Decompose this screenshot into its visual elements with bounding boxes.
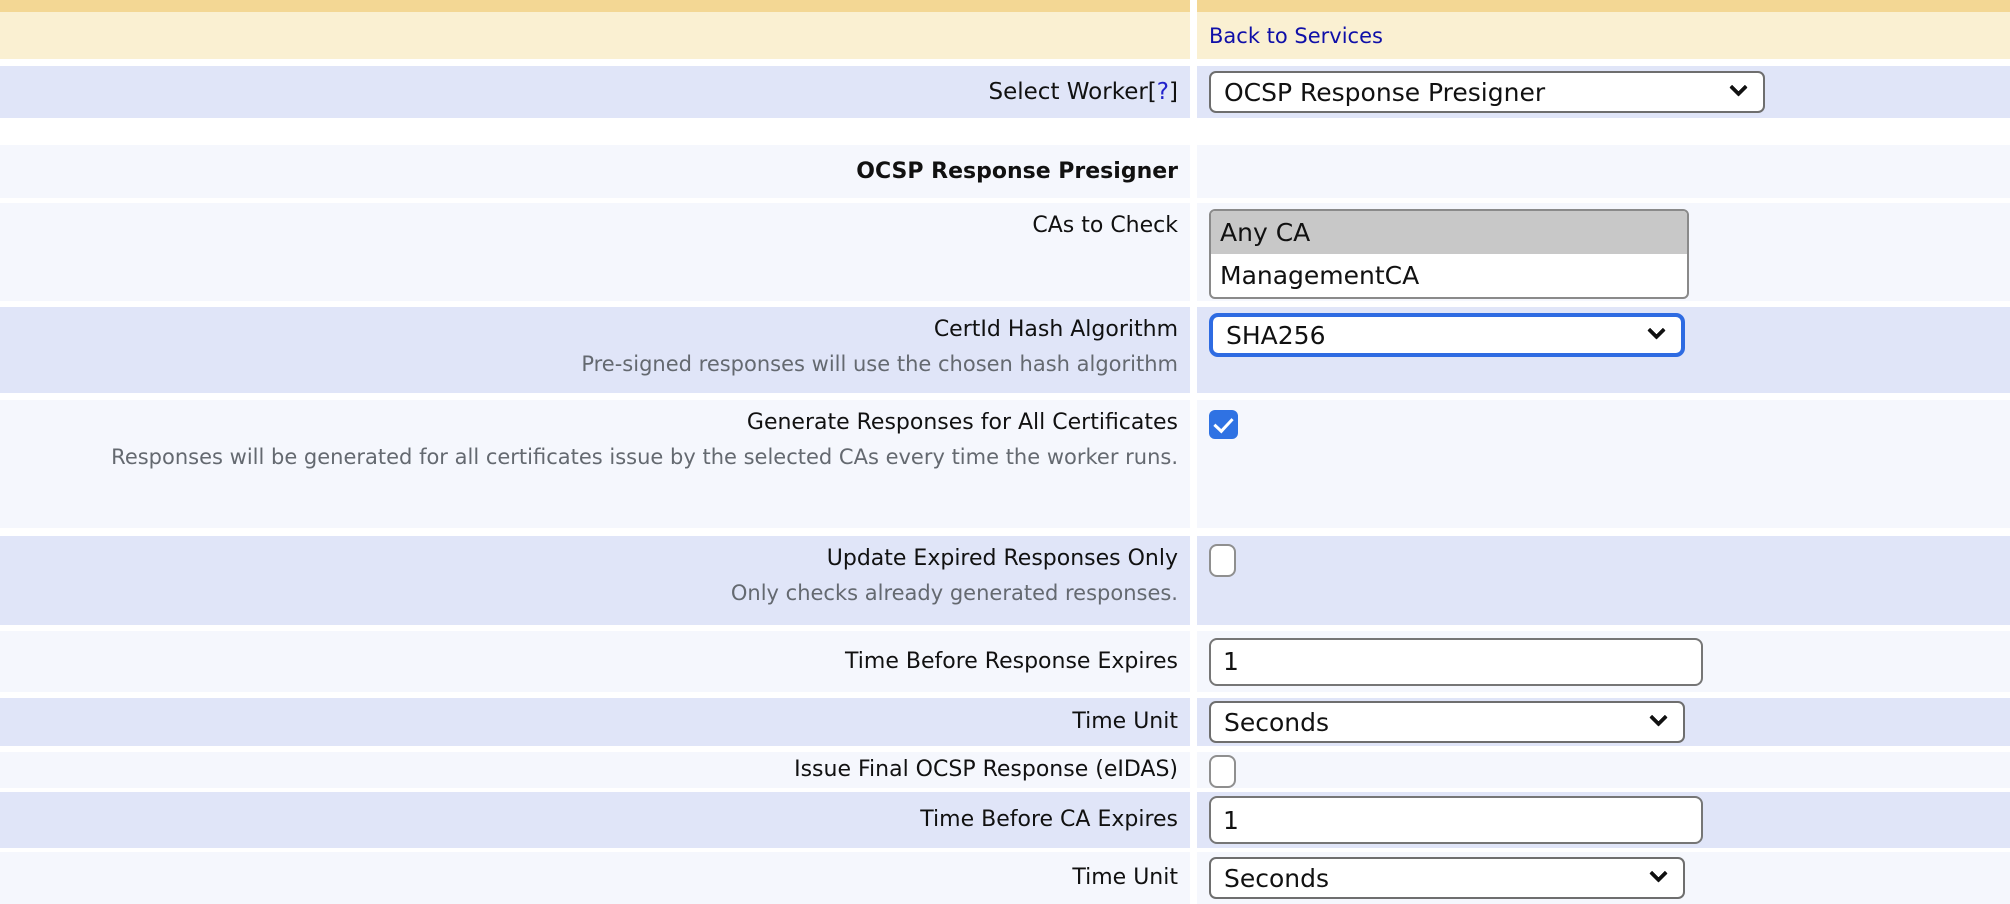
certid-hash-row: CertId Hash Algorithm Pre-signed respons…	[0, 307, 2010, 393]
time-unit-ca-select[interactable]: Seconds	[1209, 857, 1685, 899]
header-row: Back to Services	[0, 12, 2010, 59]
worker-select-value: OCSP Response Presigner	[1224, 78, 1545, 107]
time-unit-response-label: Time Unit	[1072, 705, 1178, 739]
update-expired-help: Only checks already generated responses.	[731, 576, 1178, 611]
section-title-row: OCSP Response Presigner	[0, 145, 2010, 198]
chevron-down-icon	[1647, 321, 1665, 339]
select-worker-row: Select Worker[?] OCSP Response Presigner	[0, 66, 2010, 118]
time-before-response-label: Time Before Response Expires	[845, 645, 1178, 679]
time-before-response-input[interactable]	[1209, 638, 1703, 686]
select-worker-label: Select Worker[?]	[989, 75, 1178, 109]
generate-all-help: Responses will be generated for all cert…	[111, 440, 1178, 475]
update-expired-label: Update Expired Responses Only	[827, 542, 1178, 576]
cas-to-check-listbox[interactable]: Any CA ManagementCA	[1209, 209, 1689, 299]
cas-to-check-row: CAs to Check Any CA ManagementCA	[0, 203, 2010, 301]
back-to-services-link[interactable]: Back to Services	[1209, 24, 1383, 48]
generate-all-row: Generate Responses for All Certificates …	[0, 400, 2010, 528]
certid-hash-help: Pre-signed responses will use the chosen…	[581, 347, 1178, 382]
time-unit-response-select[interactable]: Seconds	[1209, 701, 1685, 743]
top-strip-right	[1197, 0, 2010, 12]
time-before-ca-input[interactable]	[1209, 796, 1703, 844]
ca-option-any-ca[interactable]: Any CA	[1211, 211, 1687, 254]
top-strip-left	[0, 0, 1190, 12]
select-worker-label-bracket: ]	[1169, 79, 1178, 105]
certid-hash-select-value: SHA256	[1226, 321, 1326, 350]
certid-hash-select[interactable]: SHA256	[1209, 313, 1685, 357]
chevron-down-icon	[1649, 708, 1667, 726]
header-right-cell: Back to Services	[1197, 12, 2010, 59]
ca-option-managementca[interactable]: ManagementCA	[1211, 254, 1687, 297]
update-expired-checkbox[interactable]	[1209, 544, 1236, 577]
time-unit-ca-label: Time Unit	[1072, 861, 1178, 895]
select-worker-label-text: Select Worker[	[989, 79, 1157, 105]
section-title: OCSP Response Presigner	[856, 155, 1178, 189]
issue-final-row: Issue Final OCSP Response (eIDAS)	[0, 752, 2010, 788]
certid-hash-label: CertId Hash Algorithm	[934, 313, 1178, 347]
time-before-ca-row: Time Before CA Expires	[0, 792, 2010, 848]
time-unit-ca-value: Seconds	[1224, 864, 1329, 893]
top-strip	[0, 0, 2010, 12]
time-unit-response-value: Seconds	[1224, 708, 1329, 737]
time-before-response-row: Time Before Response Expires	[0, 631, 2010, 692]
generate-all-label: Generate Responses for All Certificates	[747, 406, 1178, 440]
generate-all-checkbox[interactable]	[1209, 410, 1238, 439]
header-left-cell	[0, 12, 1190, 59]
time-unit-response-row: Time Unit Seconds	[0, 698, 2010, 746]
issue-final-label: Issue Final OCSP Response (eIDAS)	[794, 753, 1178, 787]
update-expired-row: Update Expired Responses Only Only check…	[0, 536, 2010, 625]
time-unit-ca-row: Time Unit Seconds	[0, 852, 2010, 904]
worker-select[interactable]: OCSP Response Presigner	[1209, 71, 1765, 113]
chevron-down-icon	[1649, 864, 1667, 882]
chevron-down-icon	[1729, 78, 1747, 96]
time-before-ca-label: Time Before CA Expires	[920, 803, 1178, 837]
cas-to-check-label: CAs to Check	[1032, 209, 1178, 243]
worker-help-link[interactable]: ?	[1157, 79, 1169, 105]
issue-final-checkbox[interactable]	[1209, 755, 1236, 788]
